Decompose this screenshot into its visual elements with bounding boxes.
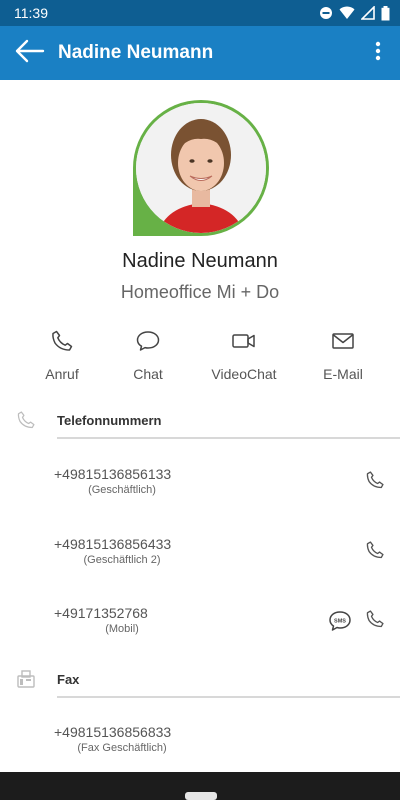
battery-icon: [381, 5, 390, 21]
contact-name: Nadine Neumann: [122, 250, 278, 272]
video-icon: [199, 326, 289, 356]
action-bar: Anruf Chat VideoChat E-Mail: [0, 326, 400, 396]
call-action-label: Anruf: [45, 366, 79, 382]
chat-action-button[interactable]: Chat: [103, 326, 193, 382]
page-title: Nadine Neumann: [58, 42, 214, 63]
chat-icon: [103, 326, 193, 356]
call-action-button[interactable]: Anruf: [17, 326, 107, 382]
do-not-disturb-icon: [319, 6, 333, 20]
home-button[interactable]: [185, 792, 217, 800]
phone-icon: [17, 326, 107, 356]
more-vert-icon: [375, 41, 381, 66]
sms-icon: SMS: [328, 610, 352, 637]
status-bar: 11:39: [0, 0, 400, 26]
svg-text:SMS: SMS: [334, 618, 346, 624]
phone-icon: [365, 540, 385, 565]
fax-number: +49815136856833: [54, 724, 172, 740]
avatar: [133, 100, 269, 236]
signal-icon: [361, 6, 375, 20]
fax-type: (Fax Geschäftlich): [77, 742, 167, 754]
videochat-action-button[interactable]: VideoChat: [199, 326, 289, 382]
phone-number: +49815136856133: [54, 466, 172, 482]
phone-entry[interactable]: +49815136856433 (Geschäftlich 2): [0, 536, 400, 586]
fax-entry[interactable]: +49815136856833 (Fax Geschäftlich): [0, 724, 400, 774]
fax-section-title: Fax: [57, 672, 80, 687]
phone-section-title: Telefonnummern: [57, 413, 162, 428]
system-nav-bar: [0, 772, 400, 800]
status-icons: [319, 5, 390, 21]
avatar-photo: [136, 103, 266, 233]
call-button[interactable]: [362, 608, 388, 634]
wifi-icon: [339, 6, 355, 20]
status-time: 11:39: [14, 5, 48, 21]
phone-type: (Mobil): [105, 623, 139, 635]
contact-status: Homeoffice Mi + Do: [120, 282, 280, 302]
chat-action-label: Chat: [133, 366, 163, 382]
phone-number: +49171352768: [54, 605, 148, 621]
phone-type: (Geschäftlich 2): [83, 554, 161, 566]
fax-icon: [14, 667, 38, 691]
phone-icon: [365, 470, 385, 495]
phone-entry[interactable]: +49171352768 (Mobil) SMS: [0, 605, 400, 655]
phone-entry[interactable]: +49815136856133 (Geschäftlich): [0, 466, 400, 516]
section-divider: [57, 437, 400, 439]
sms-button[interactable]: SMS: [327, 610, 353, 636]
phone-icon: [365, 609, 385, 634]
email-action-button[interactable]: E-Mail: [298, 326, 388, 382]
phone-icon: [14, 408, 38, 432]
section-divider: [57, 696, 400, 698]
app-bar: Nadine Neumann: [0, 26, 400, 80]
phone-type: (Geschäftlich): [88, 484, 156, 496]
more-options-button[interactable]: [356, 26, 400, 80]
email-action-label: E-Mail: [323, 366, 363, 382]
call-button[interactable]: [362, 539, 388, 565]
back-button[interactable]: [2, 26, 58, 80]
mail-icon: [298, 326, 388, 356]
phone-number: +49815136856433: [54, 536, 172, 552]
arrow-left-icon: [15, 39, 45, 68]
call-button[interactable]: [362, 469, 388, 495]
videochat-action-label: VideoChat: [211, 366, 277, 382]
